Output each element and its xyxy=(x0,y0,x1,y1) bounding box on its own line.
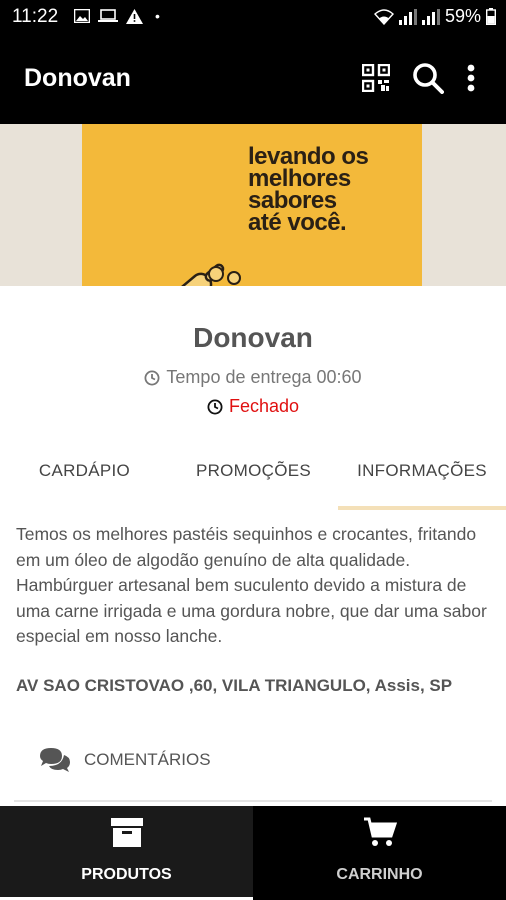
clock-icon xyxy=(207,399,223,414)
store-status-text: Fechado xyxy=(228,396,300,416)
status-bar: 11:22 • 59% xyxy=(0,0,506,36)
banner-slogan: levando os melhores sabores até você. xyxy=(248,145,369,236)
battery-icon xyxy=(486,8,496,25)
tab-cardapio[interactable]: CARDÁPIO xyxy=(0,436,169,506)
tab-promocoes[interactable]: PROMOÇÕES xyxy=(169,436,338,506)
nav-carrinho[interactable]: CARRINHO xyxy=(253,806,506,900)
store-tabs: CARDÁPIO PROMOÇÕES INFORMAÇÕES xyxy=(0,436,506,510)
more-vert-icon[interactable] xyxy=(466,64,476,92)
app-bar: Donovan xyxy=(0,36,506,124)
warning-icon xyxy=(126,8,143,24)
store-status-row: Fechado xyxy=(0,396,506,417)
herbs-icon xyxy=(208,266,241,285)
cart-icon xyxy=(363,817,397,846)
archive-icon xyxy=(110,818,143,847)
bottom-nav: PRODUTOS CARRINHO xyxy=(0,806,506,900)
slogan-line: até você. xyxy=(248,209,347,236)
search-icon[interactable] xyxy=(412,62,444,94)
store-name: Donovan xyxy=(193,322,313,353)
signal-icon-2 xyxy=(421,8,440,25)
divider xyxy=(14,800,492,802)
store-banner: levando os melhores sabores até você. xyxy=(0,124,506,286)
store-address: AV SAO CRISTOVAO ,60, VILA TRIANGULO, As… xyxy=(16,676,453,695)
comments-button[interactable]: COMENTÁRIOS xyxy=(38,746,211,774)
app-title: Donovan xyxy=(24,64,131,92)
app-bar-actions xyxy=(362,62,476,94)
delivery-time-text: Tempo de entrega 00:60 xyxy=(166,367,362,387)
store-description: Temos os melhores pastéis sequinhos e cr… xyxy=(16,524,487,646)
nav-carrinho-label: CARRINHO xyxy=(336,866,423,883)
laptop-icon xyxy=(98,9,118,22)
signal-icon xyxy=(398,8,417,25)
battery-percent: 59% xyxy=(444,6,481,26)
tab-informacoes[interactable]: INFORMAÇÕES xyxy=(338,436,506,510)
gallery-icon xyxy=(74,9,90,23)
more-notifications-dot: • xyxy=(155,8,160,24)
status-time: 11:22 xyxy=(12,6,59,27)
qr-code-icon[interactable] xyxy=(362,64,390,92)
delivery-time-row: Tempo de entrega 00:60 xyxy=(0,367,506,388)
nav-produtos-label: PRODUTOS xyxy=(81,866,172,883)
wifi-icon xyxy=(373,8,394,25)
comments-label: COMENTÁRIOS xyxy=(84,750,211,769)
clock-icon xyxy=(144,370,160,385)
status-right: 59% xyxy=(373,6,496,27)
nav-produtos[interactable]: PRODUTOS xyxy=(0,806,253,900)
comments-icon xyxy=(40,748,70,772)
notification-icons: • xyxy=(74,8,160,24)
